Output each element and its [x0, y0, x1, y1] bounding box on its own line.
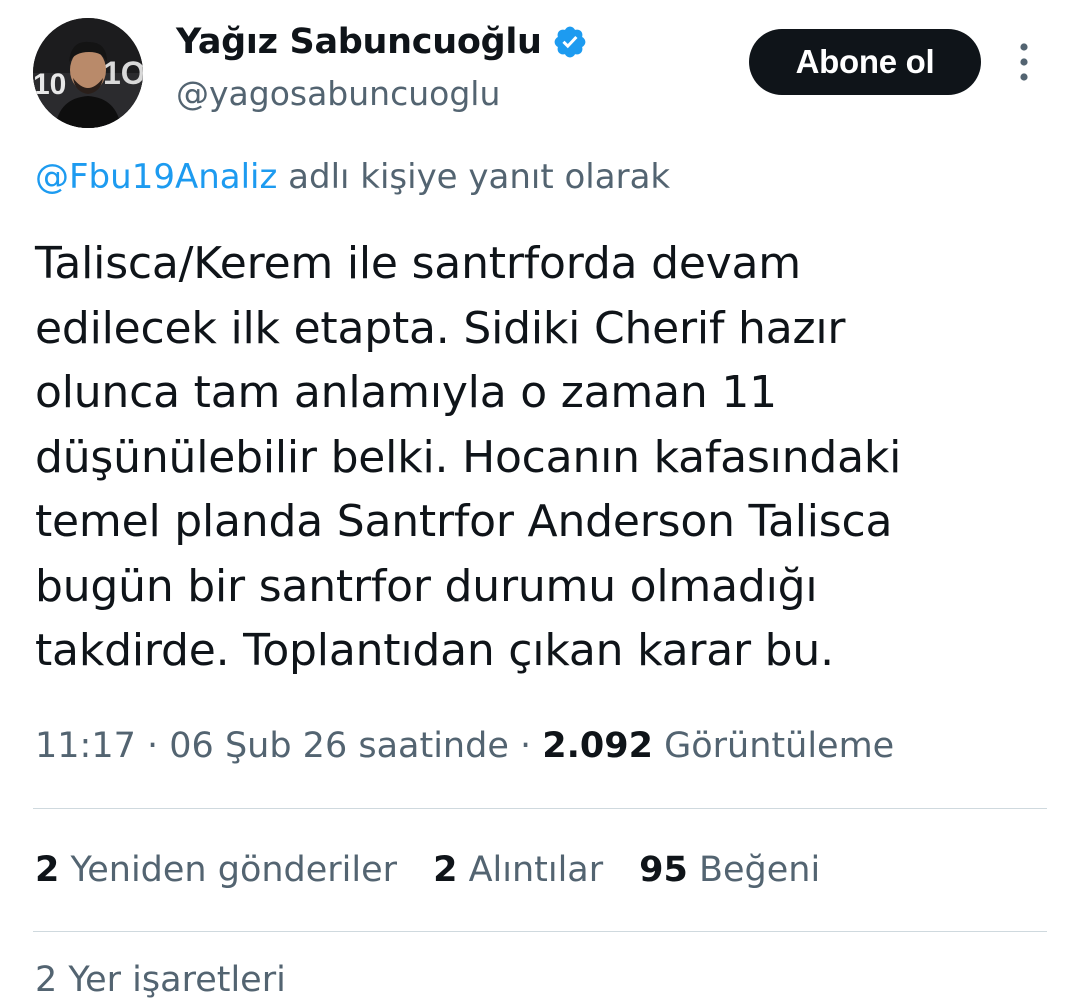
- tweet-date[interactable]: 06 Şub 26 saatinde: [169, 726, 509, 766]
- quotes-label: Alıntılar: [468, 850, 604, 890]
- avatar[interactable]: 10 1O: [33, 18, 143, 128]
- views-label: Görüntüleme: [664, 726, 895, 766]
- tweet-text-line: bugün bir santrfor durumu olmadığı: [35, 560, 818, 612]
- tweet-text-line: edilecek ilk etapta. Sidiki Cherif hazır: [35, 302, 846, 354]
- bookmarks-stat[interactable]: 2 Yer işaretleri: [35, 960, 286, 1000]
- svg-text:10: 10: [33, 68, 66, 101]
- likes-label: Beğeni: [699, 850, 821, 890]
- tweet-stats: 2 Yeniden gönderiler 2 Alıntılar 95 Beğe…: [35, 850, 856, 890]
- tweet-text-line: temel planda Santrfor Anderson Talisca: [35, 496, 893, 547]
- follow-button-label: Abone ol: [795, 43, 935, 80]
- likes-count: 95: [639, 850, 688, 890]
- tweet-text: Talisca/Kerem ile santrforda devam edile…: [35, 232, 1045, 684]
- tweet-text-line: olunca tam anlamıyla o zaman 11: [35, 367, 777, 418]
- author-name-text[interactable]: Yağız Sabuncuoğlu: [176, 22, 542, 62]
- tweet-text-line: düşünülebilir belki. Hocanın kafasındaki: [35, 431, 902, 483]
- quotes-count: 2: [433, 850, 458, 890]
- author-handle[interactable]: @yagosabuncuoglu: [176, 74, 500, 113]
- svg-text:1O: 1O: [103, 55, 143, 91]
- likes-stat[interactable]: 95 Beğeni: [639, 850, 820, 890]
- reposts-stat[interactable]: 2 Yeniden gönderiler: [35, 850, 397, 890]
- follow-button[interactable]: Abone ol: [749, 29, 981, 95]
- reply-context: @Fbu19Analiz adlı kişiye yanıt olarak: [35, 157, 670, 197]
- tweet-text-line: Talisca/Kerem ile santrforda devam: [35, 238, 801, 289]
- tweet-text-line: takdirde. Toplantıdan çıkan karar bu.: [35, 625, 834, 676]
- more-vertical-icon[interactable]: [1006, 40, 1042, 84]
- meta-separator: ·: [147, 726, 170, 766]
- reply-mention-link[interactable]: @Fbu19Analiz: [35, 157, 277, 197]
- divider: [33, 808, 1047, 809]
- verified-badge-icon[interactable]: [552, 24, 588, 60]
- views-count: 2.092: [542, 726, 653, 766]
- divider: [33, 931, 1047, 932]
- reply-context-suffix: adlı kişiye yanıt olarak: [277, 157, 671, 197]
- tweet-meta: 11:17 · 06 Şub 26 saatinde · 2.092 Görün…: [35, 726, 894, 766]
- meta-separator: ·: [520, 726, 543, 766]
- quotes-stat[interactable]: 2 Alıntılar: [433, 850, 603, 890]
- author-display-name[interactable]: Yağız Sabuncuoğlu: [176, 22, 588, 62]
- reposts-label: Yeniden gönderiler: [70, 850, 398, 890]
- tweet-time[interactable]: 11:17: [35, 726, 136, 766]
- reposts-count: 2: [35, 850, 60, 890]
